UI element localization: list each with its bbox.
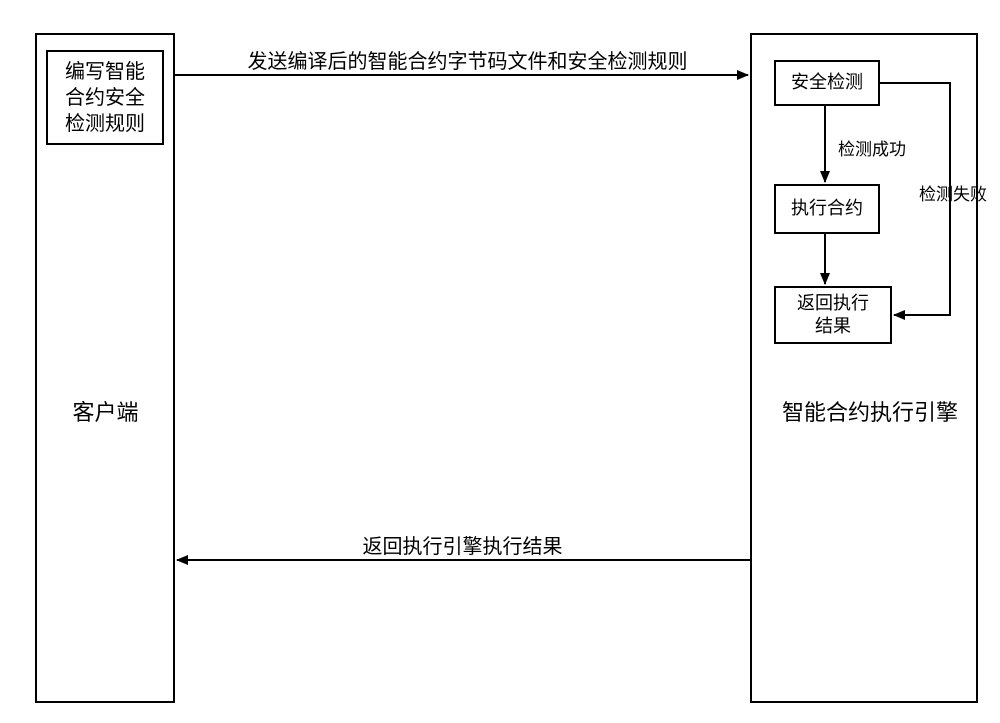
arrow-check-fail [880, 83, 950, 315]
diagram-canvas: 编写智能 合约安全 检测规则 客户端 安全检测 执行合约 返回执行 结果 智能合… [0, 0, 1000, 723]
arrows-svg [0, 0, 1000, 723]
